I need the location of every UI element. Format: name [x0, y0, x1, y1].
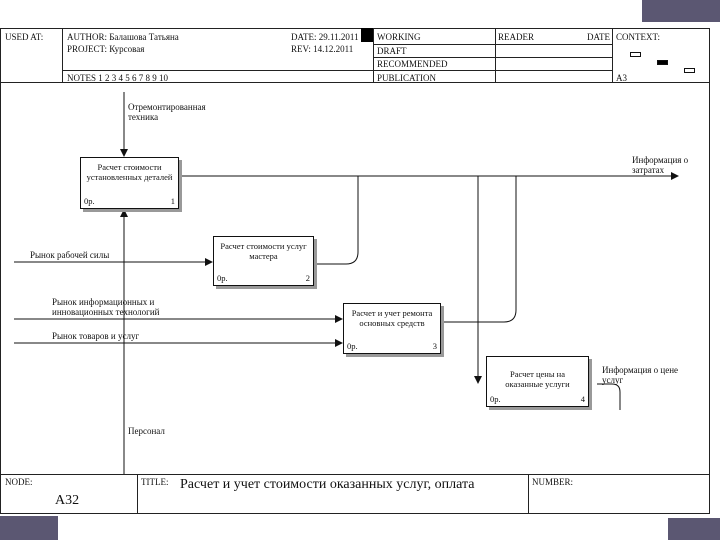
arrow-label-input-labor[interactable]: Рынок рабочей силы [30, 250, 109, 260]
activity-box-number: 4 [580, 394, 585, 404]
box2-output [314, 176, 359, 265]
activity-box-3[interactable]: Расчет и учет ремонта основных средств 0… [343, 303, 441, 354]
activity-box-2[interactable]: Расчет стоимости услуг мастера 0р. 2 [213, 236, 314, 286]
title-label: TITLE: [141, 477, 169, 487]
node-label: NODE: [5, 477, 33, 487]
arrow-label-input-it[interactable]: Рынок информационных и инновационных тех… [52, 297, 172, 317]
arrow-label-input-goods[interactable]: Рынок товаров и услуг [52, 331, 139, 341]
output-arrow-price [597, 383, 621, 410]
footer-divider [137, 474, 138, 514]
footer-divider [528, 474, 529, 514]
activity-box-number: 3 [432, 341, 437, 351]
arrow-label-output-price[interactable]: Информация о цене услуг [602, 365, 684, 385]
activity-box-cost: 0р. [347, 341, 358, 351]
number-label: NUMBER: [532, 477, 574, 487]
activity-box-cost: 0р. [490, 394, 501, 404]
arrows-layer [14, 92, 679, 475]
activity-box-label: Расчет и учет ремонта основных средств [351, 308, 433, 328]
activity-box-number: 1 [170, 196, 175, 206]
diagram-title: Расчет и учет стоимости оказанных услуг,… [180, 477, 475, 492]
activity-box-label: Расчет стоимости услуг мастера [220, 241, 307, 261]
activity-box-number: 2 [305, 273, 310, 283]
activity-box-label: Расчет стоимости установленных деталей [86, 162, 173, 182]
arrow-label-mechanism[interactable]: Персонал [128, 426, 165, 436]
activity-box-4[interactable]: Расчет цены на оказанные услуги 0р. 4 [486, 356, 589, 407]
node-value: А32 [55, 493, 80, 508]
arrow-label-control[interactable]: Отремонтированная техника [128, 102, 218, 122]
activity-box-cost: 0р. [84, 196, 95, 206]
activity-box-label: Расчет цены на оказанные услуги [505, 369, 570, 389]
arrow-label-output-info[interactable]: Информация о затратах [632, 155, 702, 175]
activity-box-1[interactable]: Расчет стоимости установленных деталей 0… [80, 157, 179, 209]
footer-top-line [0, 474, 710, 475]
activity-box-cost: 0р. [217, 273, 228, 283]
